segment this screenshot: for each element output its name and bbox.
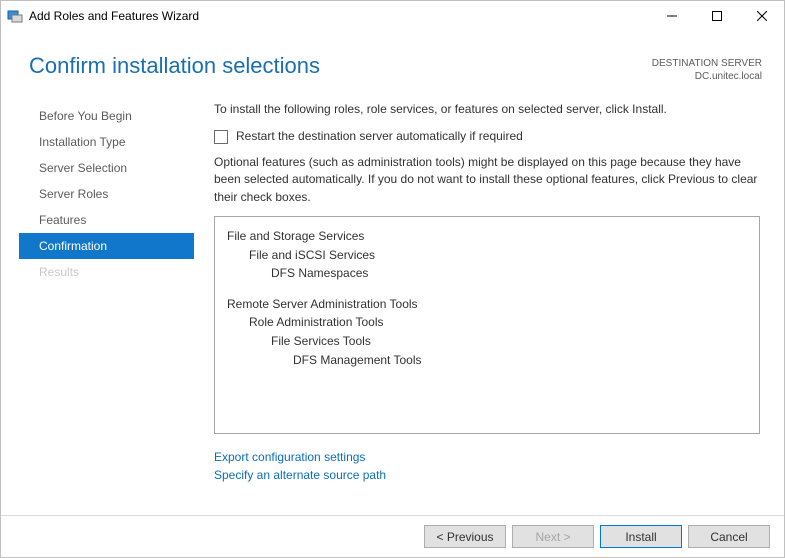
optional-features-note: Optional features (such as administratio… (214, 154, 762, 206)
selection-item[interactable]: Remote Server Administration Tools (227, 295, 747, 314)
destination-server: DESTINATION SERVER DC.unitec.local (652, 53, 762, 83)
server-manager-icon (7, 8, 23, 24)
page-title: Confirm installation selections (29, 53, 652, 79)
selection-item[interactable]: Role Administration Tools (227, 313, 747, 332)
header: Confirm installation selections DESTINAT… (1, 31, 784, 83)
footer-buttons: < Previous Next > Install Cancel (1, 515, 784, 557)
cancel-button[interactable]: Cancel (688, 525, 770, 548)
restart-checkbox[interactable] (214, 130, 228, 144)
maximize-button[interactable] (694, 1, 739, 31)
sidebar-step-installation-type[interactable]: Installation Type (19, 129, 194, 155)
window-title: Add Roles and Features Wizard (29, 9, 649, 23)
sidebar-step-features[interactable]: Features (19, 207, 194, 233)
main-panel: To install the following roles, role ser… (194, 101, 762, 484)
close-button[interactable] (739, 1, 784, 31)
next-button: Next > (512, 525, 594, 548)
selection-item[interactable]: DFS Management Tools (227, 351, 747, 370)
selection-item[interactable]: File Services Tools (227, 332, 747, 351)
install-button[interactable]: Install (600, 525, 682, 548)
selection-item[interactable]: File and Storage Services (227, 227, 747, 246)
sidebar-step-confirmation[interactable]: Confirmation (19, 233, 194, 259)
links-area: Export configuration settings Specify an… (214, 448, 762, 484)
selection-gap (227, 283, 747, 295)
destination-server-name: DC.unitec.local (652, 70, 762, 83)
wizard-steps-sidebar: Before You BeginInstallation TypeServer … (19, 101, 194, 484)
restart-checkbox-row[interactable]: Restart the destination server automatic… (214, 128, 762, 145)
previous-button[interactable]: < Previous (424, 525, 506, 548)
titlebar: Add Roles and Features Wizard (1, 1, 784, 31)
export-config-link[interactable]: Export configuration settings (214, 448, 762, 466)
selection-item[interactable]: File and iSCSI Services (227, 246, 747, 265)
instruction-text: To install the following roles, role ser… (214, 101, 762, 118)
alternate-source-link[interactable]: Specify an alternate source path (214, 466, 762, 484)
sidebar-step-before-you-begin[interactable]: Before You Begin (19, 103, 194, 129)
sidebar-step-server-selection[interactable]: Server Selection (19, 155, 194, 181)
content: Before You BeginInstallation TypeServer … (1, 83, 784, 484)
selections-listbox[interactable]: File and Storage ServicesFile and iSCSI … (214, 216, 760, 434)
sidebar-step-results: Results (19, 259, 194, 285)
minimize-button[interactable] (649, 1, 694, 31)
window-controls (649, 1, 784, 31)
sidebar-step-server-roles[interactable]: Server Roles (19, 181, 194, 207)
selection-item[interactable]: DFS Namespaces (227, 264, 747, 283)
destination-server-label: DESTINATION SERVER (652, 57, 762, 70)
restart-checkbox-label: Restart the destination server automatic… (236, 128, 523, 145)
